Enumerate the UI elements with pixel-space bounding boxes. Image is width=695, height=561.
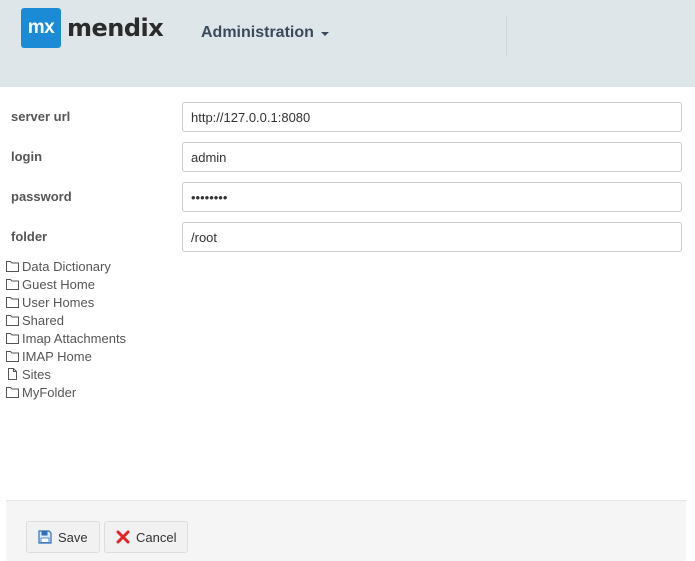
tree-item[interactable]: Guest Home — [6, 275, 126, 293]
password-input[interactable] — [182, 182, 682, 212]
mendix-logo[interactable]: mx mendix — [21, 8, 164, 48]
tree-item-label: Data Dictionary — [22, 258, 111, 274]
tree-item[interactable]: IMAP Home — [6, 347, 126, 365]
form-footer: Save Cancel — [6, 500, 686, 561]
folder-icon — [6, 261, 19, 272]
server-url-input[interactable] — [182, 102, 682, 132]
folder-icon — [6, 387, 19, 398]
tree-item-label: Imap Attachments — [22, 330, 127, 346]
tree-item-label: Shared — [22, 312, 64, 328]
file-icon — [8, 368, 17, 380]
administration-menu-label: Administration — [201, 24, 314, 41]
save-button-label: Save — [58, 529, 88, 545]
tree-item-label: MyFolder — [22, 384, 77, 400]
folder-row: folder — [0, 222, 695, 252]
server-url-label: server url — [11, 109, 71, 124]
folder-icon — [6, 351, 19, 362]
top-navbar: mx mendix Administration — [0, 0, 695, 87]
folder-icon — [6, 279, 19, 290]
tree-item-label: Guest Home — [22, 276, 95, 292]
cancel-button[interactable]: Cancel — [104, 521, 188, 553]
cancel-button-label: Cancel — [136, 529, 177, 545]
tree-item-label: Sites — [22, 366, 51, 382]
tree-item[interactable]: Sites — [6, 365, 126, 383]
tree-item-label: IMAP Home — [22, 348, 92, 364]
password-row: password — [0, 182, 695, 212]
nav-divider — [506, 16, 507, 56]
logo-badge: mx — [21, 8, 61, 48]
tree-item-label: User Homes — [22, 294, 95, 310]
login-label: login — [11, 149, 43, 164]
save-button[interactable]: Save — [26, 521, 100, 553]
folder-tree: Data Dictionary Guest Home User Homes Sh… — [6, 257, 126, 401]
tree-item[interactable]: MyFolder — [6, 383, 126, 401]
tree-item[interactable]: Shared — [6, 311, 126, 329]
caret-down-icon — [320, 32, 329, 36]
login-row: login — [0, 142, 695, 172]
tree-item[interactable]: Data Dictionary — [6, 257, 126, 275]
login-input[interactable] — [182, 142, 682, 172]
floppy-disk-icon — [38, 530, 52, 544]
tree-item[interactable]: Imap Attachments — [6, 329, 126, 347]
password-label: password — [11, 189, 72, 204]
folder-input[interactable] — [182, 222, 682, 252]
folder-icon — [6, 315, 19, 326]
folder-icon — [6, 333, 19, 344]
red-x-icon — [116, 530, 130, 544]
administration-menu[interactable]: Administration — [201, 24, 329, 42]
folder-label: folder — [11, 229, 48, 244]
logo-text: mendix — [67, 14, 164, 42]
folder-icon — [6, 297, 19, 308]
server-url-row: server url — [0, 102, 695, 132]
tree-item[interactable]: User Homes — [6, 293, 126, 311]
